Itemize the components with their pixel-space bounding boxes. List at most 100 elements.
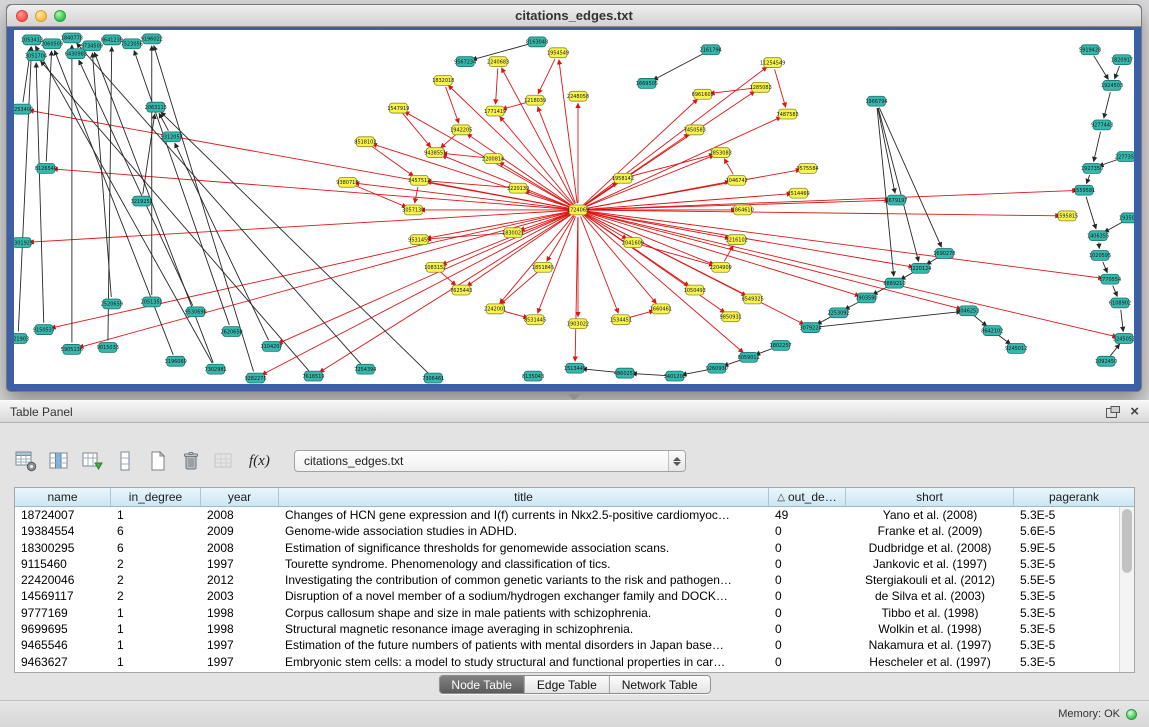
graph-edge[interactable] bbox=[1094, 132, 1101, 162]
graph-edge[interactable] bbox=[1113, 286, 1118, 297]
column-header-pagerank[interactable]: pagerank bbox=[1014, 488, 1134, 506]
graph-node[interactable]: 1935052 bbox=[1119, 213, 1134, 223]
graph-edge[interactable] bbox=[77, 43, 361, 364]
graph-node[interactable]: 1924503 bbox=[1101, 80, 1123, 90]
tab-edge-table[interactable]: Edge Table bbox=[525, 676, 610, 693]
graph-node[interactable]: 6889210 bbox=[883, 278, 905, 288]
cell-in_degree[interactable]: 6 bbox=[111, 540, 201, 556]
cell-name[interactable]: 18300295 bbox=[15, 540, 111, 556]
cell-title[interactable]: Corpus callosum shape and size in male p… bbox=[279, 605, 769, 621]
graph-edge[interactable] bbox=[584, 155, 714, 207]
graph-node[interactable]: 2051351 bbox=[141, 297, 163, 307]
tab-node-table[interactable]: Node Table bbox=[439, 676, 525, 693]
graph-edge[interactable] bbox=[585, 210, 1060, 216]
table-row[interactable]: 2242004622012Investigating the contribut… bbox=[15, 572, 1119, 588]
graph-node[interactable]: 2063113 bbox=[145, 102, 167, 112]
cell-title[interactable]: Estimation of significance thresholds fo… bbox=[279, 540, 769, 556]
function-builder-button[interactable]: f(x) bbox=[243, 448, 273, 474]
graph-edge[interactable] bbox=[1121, 310, 1123, 332]
graph-node[interactable]: 1724069 bbox=[567, 205, 589, 215]
graph-node[interactable]: 8642102 bbox=[981, 326, 1003, 336]
graph-node[interactable]: 1285083 bbox=[750, 82, 772, 92]
cell-pagerank[interactable]: 5.3E-5 bbox=[1014, 588, 1119, 604]
graph-edge[interactable] bbox=[79, 212, 572, 348]
graph-node[interactable]: 7616519 bbox=[302, 371, 324, 381]
graph-node[interactable]: 1927350 bbox=[1081, 163, 1103, 173]
graph-edge[interactable] bbox=[159, 113, 168, 130]
graph-edge[interactable] bbox=[1086, 175, 1089, 184]
graph-node[interactable]: 1660461 bbox=[650, 304, 672, 314]
cell-year[interactable]: 2009 bbox=[201, 523, 279, 539]
graph-edge[interactable] bbox=[372, 144, 571, 208]
graph-node[interactable]: 8531445 bbox=[524, 315, 546, 325]
graph-node[interactable]: 6301925 bbox=[14, 238, 33, 248]
graph-edge[interactable] bbox=[500, 272, 537, 304]
citation-network-graph[interactable]: 1724069224805812180391771419194220594385… bbox=[14, 30, 1134, 384]
graph-node[interactable]: 1958142 bbox=[612, 173, 634, 183]
scrollbar-thumb[interactable] bbox=[1122, 509, 1132, 573]
create-column-button[interactable] bbox=[78, 447, 106, 475]
graph-node[interactable]: 1669505 bbox=[636, 78, 658, 88]
graph-edge[interactable] bbox=[775, 69, 786, 107]
cell-title[interactable]: Tourette syndrome. Phenomenology and cla… bbox=[279, 556, 769, 572]
graph-node[interactable]: 3057130 bbox=[402, 205, 424, 215]
graph-node[interactable]: 3219251 bbox=[131, 196, 153, 206]
graph-node[interactable]: 7523056 bbox=[121, 39, 143, 49]
network-window-titlebar[interactable]: citations_edges.txt bbox=[7, 5, 1141, 27]
graph-edge[interactable] bbox=[710, 88, 754, 93]
graph-node[interactable]: 6108902 bbox=[1109, 298, 1131, 308]
cell-title[interactable]: Estimation of the future numbers of pati… bbox=[279, 637, 769, 653]
cell-name[interactable]: 18724007 bbox=[15, 507, 111, 523]
graph-node[interactable]: 7625443 bbox=[450, 285, 472, 295]
cell-title[interactable]: Embryonic stem cells: a model to study s… bbox=[279, 654, 769, 670]
graph-node[interactable]: 7450583 bbox=[684, 125, 706, 135]
cell-short[interactable]: Tibbo et al. (1998) bbox=[846, 605, 1014, 621]
graph-node[interactable]: 1253400 bbox=[14, 104, 33, 114]
cell-out_de[interactable]: 0 bbox=[769, 523, 846, 539]
graph-edge[interactable] bbox=[575, 217, 578, 361]
graph-edge[interactable] bbox=[41, 61, 309, 371]
graph-node[interactable]: 2060509 bbox=[41, 39, 63, 49]
graph-edge[interactable] bbox=[585, 212, 1117, 337]
graph-node[interactable]: 1534451 bbox=[610, 315, 632, 325]
graph-node[interactable]: 2853083 bbox=[710, 148, 732, 158]
graph-node[interactable]: 11254549 bbox=[760, 58, 785, 68]
table-row[interactable]: 1456911722003Disruption of a novel membe… bbox=[15, 588, 1119, 604]
graph-node[interactable]: 8518103 bbox=[354, 137, 376, 147]
graph-node[interactable]: 3196069 bbox=[165, 356, 187, 366]
cell-out_de[interactable]: 0 bbox=[769, 654, 846, 670]
cell-in_degree[interactable]: 6 bbox=[111, 523, 201, 539]
cell-name[interactable]: 14569117 bbox=[15, 588, 111, 604]
cell-short[interactable]: Stergiakouli et al. (2012) bbox=[846, 572, 1014, 588]
cell-title[interactable]: Investigating the contribution of common… bbox=[279, 572, 769, 588]
graph-edge[interactable] bbox=[585, 212, 962, 309]
cell-pagerank[interactable]: 5.3E-5 bbox=[1014, 507, 1119, 523]
graph-node[interactable]: 5905136 bbox=[61, 344, 83, 354]
graph-edge[interactable] bbox=[878, 108, 895, 193]
cell-short[interactable]: Jankovic et al. (1997) bbox=[846, 556, 1014, 572]
graph-node[interactable]: 1851845 bbox=[532, 262, 554, 272]
table-row[interactable]: 969969511998Structural magnetic resonanc… bbox=[15, 621, 1119, 637]
graph-node[interactable]: 1954549 bbox=[547, 48, 569, 58]
graph-edge[interactable] bbox=[582, 369, 618, 373]
graph-edge[interactable] bbox=[974, 315, 987, 326]
cell-short[interactable]: Yano et al. (2008) bbox=[846, 507, 1014, 523]
cell-in_degree[interactable]: 1 bbox=[111, 507, 201, 523]
graph-edge[interactable] bbox=[1110, 344, 1119, 356]
column-header-in_degree[interactable]: in_degree bbox=[111, 488, 201, 506]
table-settings-button[interactable] bbox=[12, 447, 40, 475]
graph-node[interactable]: 7302981 bbox=[205, 364, 227, 374]
graph-node[interactable]: 2457512 bbox=[408, 175, 430, 185]
graph-edge[interactable] bbox=[584, 214, 725, 313]
graph-node[interactable]: 1595815 bbox=[1056, 211, 1078, 221]
cell-out_de[interactable]: 0 bbox=[769, 605, 846, 621]
graph-edge[interactable] bbox=[496, 69, 498, 105]
graph-node[interactable]: 9277443 bbox=[1091, 120, 1113, 130]
cell-title[interactable]: Disruption of a novel member of a sodium… bbox=[279, 588, 769, 604]
graph-node[interactable]: 3220139 bbox=[507, 183, 529, 193]
table-selector-dropdown[interactable]: citations_edges.txt bbox=[294, 450, 686, 472]
cell-year[interactable]: 2008 bbox=[201, 540, 279, 556]
graph-node[interactable]: 9531459 bbox=[408, 235, 430, 245]
close-panel-icon[interactable]: × bbox=[1130, 406, 1139, 418]
cell-short[interactable]: Franke et al. (2009) bbox=[846, 523, 1014, 539]
